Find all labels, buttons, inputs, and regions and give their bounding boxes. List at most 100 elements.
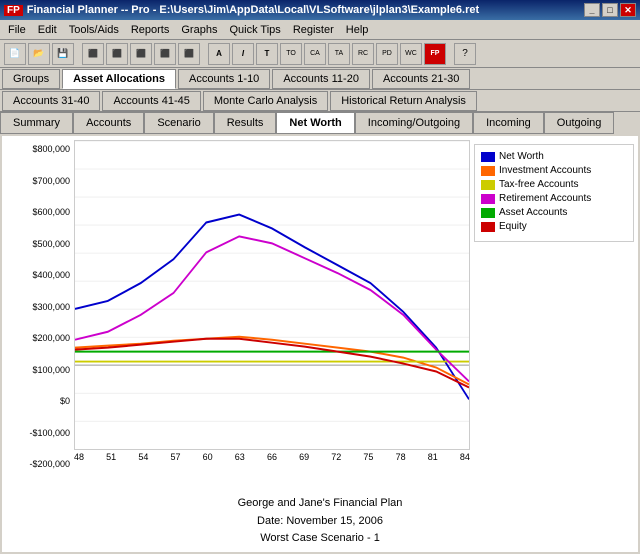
toolbar-btn1[interactable]: ⬛	[82, 43, 104, 65]
subtab-scenario[interactable]: Scenario	[144, 112, 213, 134]
equity-line	[75, 339, 469, 388]
menu-graphs[interactable]: Graphs	[175, 22, 223, 38]
y-label-700k: $700,000	[6, 176, 70, 186]
tab-accounts-21-30[interactable]: Accounts 21-30	[372, 69, 470, 89]
y-label-neg100k: -$100,000	[6, 428, 70, 438]
y-label-600k: $600,000	[6, 207, 70, 217]
tab-groups[interactable]: Groups	[2, 69, 60, 89]
sub-tab-row: Summary Accounts Scenario Results Net Wo…	[0, 112, 640, 134]
tab-accounts-31-40[interactable]: Accounts 31-40	[2, 91, 100, 111]
x-label-54: 54	[138, 452, 148, 462]
toolbar-btn10[interactable]: CA	[304, 43, 326, 65]
chart-svg-container: 48 51 54 57 60 63 66 69 72 75 78 81 84	[74, 140, 470, 487]
toolbar-btn14[interactable]: WC	[400, 43, 422, 65]
y-label-100k: $100,000	[6, 365, 70, 375]
window-controls[interactable]: _ □ ✕	[584, 3, 636, 17]
toolbar-btn2[interactable]: ⬛	[106, 43, 128, 65]
window-title: Financial Planner -- Pro - E:\Users\Jim\…	[27, 4, 479, 16]
chart-footer: George and Jane's Financial Plan Date: N…	[2, 491, 638, 552]
toolbar-btn12[interactable]: RC	[352, 43, 374, 65]
toolbar-help[interactable]: ?	[454, 43, 476, 65]
toolbar-btn5[interactable]: ⬛	[178, 43, 200, 65]
legend-asset: Asset Accounts	[481, 207, 627, 218]
footer-line1: George and Jane's Financial Plan	[6, 495, 634, 513]
toolbar: 📄 📂 💾 ⬛ ⬛ ⬛ ⬛ ⬛ A I T TO CA TA RC PD WC …	[0, 40, 640, 68]
y-label-0: $0	[6, 396, 70, 406]
legend-taxfree: Tax-free Accounts	[481, 179, 627, 190]
x-label-57: 57	[170, 452, 180, 462]
tab-monte-carlo[interactable]: Monte Carlo Analysis	[203, 91, 328, 111]
x-label-66: 66	[267, 452, 277, 462]
legend-asset-color	[481, 208, 495, 218]
legend-retirement: Retirement Accounts	[481, 193, 627, 204]
x-label-81: 81	[428, 452, 438, 462]
nav-row-2: Accounts 31-40 Accounts 41-45 Monte Carl…	[0, 90, 640, 112]
tab-historical-return[interactable]: Historical Return Analysis	[330, 91, 477, 111]
main-window: File Edit Tools/Aids Reports Graphs Quic…	[0, 20, 640, 554]
subtab-accounts[interactable]: Accounts	[73, 112, 144, 134]
menu-file[interactable]: File	[2, 22, 32, 38]
x-label-75: 75	[363, 452, 373, 462]
subtab-incoming[interactable]: Incoming	[473, 112, 544, 134]
tab-accounts-11-20[interactable]: Accounts 11-20	[272, 69, 370, 89]
menu-help[interactable]: Help	[340, 22, 375, 38]
y-label-400k: $400,000	[6, 270, 70, 280]
x-label-48: 48	[74, 452, 84, 462]
toolbar-btn3[interactable]: ⬛	[130, 43, 152, 65]
x-label-60: 60	[203, 452, 213, 462]
toolbar-new[interactable]: 📄	[4, 43, 26, 65]
subtab-results[interactable]: Results	[214, 112, 277, 134]
menu-bar: File Edit Tools/Aids Reports Graphs Quic…	[0, 20, 640, 40]
maximize-button[interactable]: □	[602, 3, 618, 17]
minimize-button[interactable]: _	[584, 3, 600, 17]
x-label-84: 84	[460, 452, 470, 462]
subtab-outgoing[interactable]: Outgoing	[544, 112, 615, 134]
legend-investment: Investment Accounts	[481, 165, 627, 176]
menu-quicktips[interactable]: Quick Tips	[223, 22, 286, 38]
legend-investment-color	[481, 166, 495, 176]
legend-equity-color	[481, 222, 495, 232]
menu-register[interactable]: Register	[287, 22, 340, 38]
toolbar-btn9[interactable]: TO	[280, 43, 302, 65]
tab-asset-allocations[interactable]: Asset Allocations	[62, 69, 176, 89]
tab-accounts-41-45[interactable]: Accounts 41-45	[102, 91, 200, 111]
subtab-summary[interactable]: Summary	[0, 112, 73, 134]
menu-tools[interactable]: Tools/Aids	[63, 22, 125, 38]
legend-asset-label: Asset Accounts	[499, 207, 567, 218]
legend-equity-label: Equity	[499, 221, 527, 232]
chart-with-yaxis: $800,000 $700,000 $600,000 $500,000 $400…	[6, 140, 470, 487]
nav-row-1: Groups Asset Allocations Accounts 1-10 A…	[0, 68, 640, 90]
toolbar-btn11[interactable]: TA	[328, 43, 350, 65]
subtab-net-worth[interactable]: Net Worth	[276, 112, 354, 134]
title-bar: FP Financial Planner -- Pro - E:\Users\J…	[0, 0, 640, 20]
toolbar-btn15[interactable]: FP	[424, 43, 446, 65]
menu-edit[interactable]: Edit	[32, 22, 63, 38]
toolbar-btn13[interactable]: PD	[376, 43, 398, 65]
toolbar-btn8[interactable]: T	[256, 43, 278, 65]
y-label-500k: $500,000	[6, 239, 70, 249]
toolbar-btn4[interactable]: ⬛	[154, 43, 176, 65]
toolbar-save[interactable]: 💾	[52, 43, 74, 65]
toolbar-open[interactable]: 📂	[28, 43, 50, 65]
toolbar-btn7[interactable]: I	[232, 43, 254, 65]
footer-line3: Worst Case Scenario - 1	[6, 530, 634, 548]
title-left: FP Financial Planner -- Pro - E:\Users\J…	[4, 4, 479, 16]
y-label-200k: $200,000	[6, 333, 70, 343]
chart-legend: Net Worth Investment Accounts Tax-free A…	[474, 144, 634, 242]
legend-investment-label: Investment Accounts	[499, 165, 591, 176]
x-label-72: 72	[331, 452, 341, 462]
app-icon: FP	[4, 5, 23, 16]
y-axis-labels: $800,000 $700,000 $600,000 $500,000 $400…	[6, 140, 74, 487]
legend-equity: Equity	[481, 221, 627, 232]
tab-accounts-1-10[interactable]: Accounts 1-10	[178, 69, 270, 89]
chart-area: $800,000 $700,000 $600,000 $500,000 $400…	[2, 136, 638, 552]
legend-networth: Net Worth	[481, 151, 627, 162]
toolbar-btn6[interactable]: A	[208, 43, 230, 65]
close-button[interactable]: ✕	[620, 3, 636, 17]
subtab-incoming-outgoing[interactable]: Incoming/Outgoing	[355, 112, 473, 134]
x-label-78: 78	[396, 452, 406, 462]
menu-reports[interactable]: Reports	[125, 22, 176, 38]
x-label-51: 51	[106, 452, 116, 462]
x-axis-labels: 48 51 54 57 60 63 66 69 72 75 78 81 84	[74, 450, 470, 464]
legend-networth-color	[481, 152, 495, 162]
